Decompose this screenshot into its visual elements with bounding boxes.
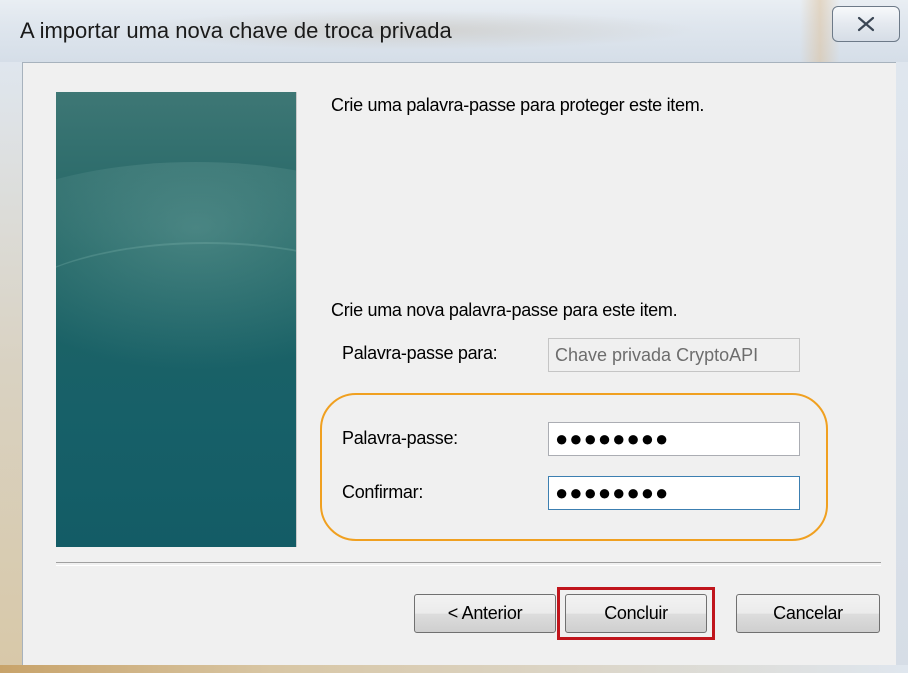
- banner-decoration: [56, 242, 296, 404]
- import-private-key-dialog: A importar uma nova chave de troca priva…: [0, 0, 908, 673]
- cancel-button[interactable]: Cancelar: [736, 594, 880, 633]
- close-button[interactable]: [832, 6, 900, 42]
- window-title: A importar uma nova chave de troca priva…: [20, 18, 452, 43]
- confirm-label: Confirmar:: [342, 482, 424, 502]
- confirm-password-input[interactable]: ●●●●●●●●: [548, 476, 800, 510]
- window-frame-left: [0, 62, 22, 673]
- password-fields-highlight: [320, 393, 828, 541]
- back-button[interactable]: < Anterior: [414, 594, 556, 633]
- password-label: Palavra-passe:: [342, 428, 458, 448]
- close-x-icon: [857, 16, 875, 32]
- window-frame-bottom: [0, 665, 908, 673]
- password-input[interactable]: ●●●●●●●●: [548, 422, 800, 456]
- finish-button-highlight: [557, 587, 715, 640]
- wizard-side-banner: [56, 92, 297, 547]
- intro-text: Crie uma palavra-passe para proteger est…: [331, 95, 705, 115]
- separator-line: [56, 562, 881, 566]
- title-bar[interactable]: A importar uma nova chave de troca priva…: [0, 0, 908, 62]
- window-frame-right: [896, 62, 908, 673]
- subintro-text: Crie uma nova palavra-passe para este it…: [331, 300, 678, 320]
- password-for-label: Palavra-passe para:: [342, 343, 498, 363]
- password-for-field: Chave privada CryptoAPI: [548, 338, 800, 372]
